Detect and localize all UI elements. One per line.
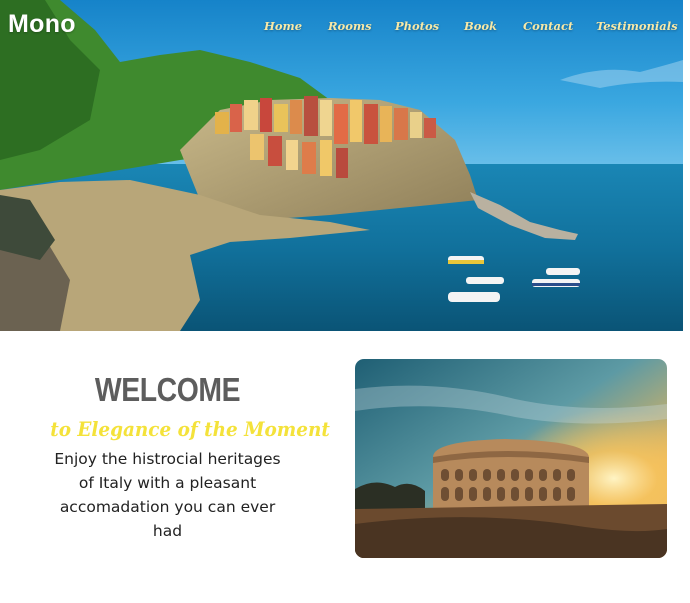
welcome-section: WELCOME to Elegance of the Moment Enjoy … xyxy=(40,368,330,543)
nav-home-link[interactable]: Home xyxy=(264,19,302,33)
welcome-tagline: to Elegance of the Moment xyxy=(50,417,330,441)
welcome-description: Enjoy the histrocial heritages of Italy … xyxy=(54,450,281,540)
nav-rooms-link[interactable]: Rooms xyxy=(328,19,372,33)
nav-testimonials-link[interactable]: Testimonials xyxy=(596,19,678,33)
colosseum-image xyxy=(355,359,667,558)
hero-banner: Mono Home Rooms Photos Book Contact Test… xyxy=(0,0,683,331)
welcome-heading: WELCOME xyxy=(94,371,241,408)
nav-photos-link[interactable]: Photos xyxy=(395,19,439,33)
main-nav: Home Rooms Photos Book Contact Testimoni… xyxy=(0,19,683,39)
cinque-terre-hero-image xyxy=(0,0,683,331)
nav-contact-link[interactable]: Contact xyxy=(523,19,573,33)
nav-book-link[interactable]: Book xyxy=(464,19,497,33)
